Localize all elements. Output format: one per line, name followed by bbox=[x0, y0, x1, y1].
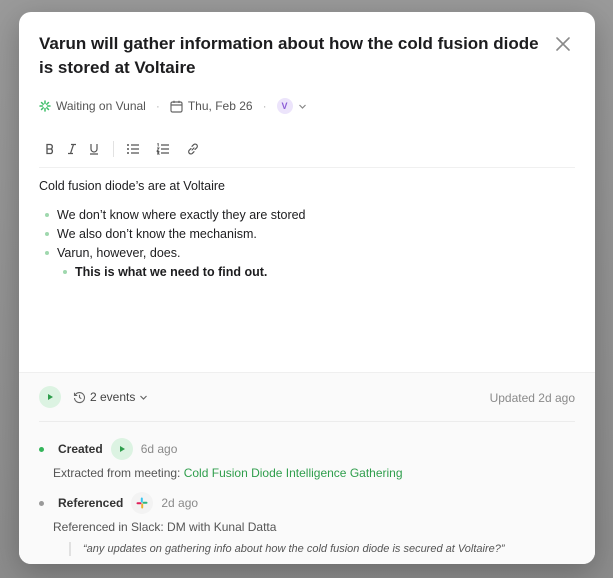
underline-icon bbox=[90, 144, 98, 155]
events-count: 2 events bbox=[90, 390, 136, 404]
formatting-toolbar bbox=[39, 138, 204, 160]
slack-message-quote: “any updates on gathering info about how… bbox=[69, 542, 575, 556]
task-modal: Varun will gather information about how … bbox=[19, 12, 595, 564]
assignee-selector[interactable]: V bbox=[276, 98, 307, 114]
status-selector[interactable]: Waiting on Vunal bbox=[39, 99, 146, 113]
task-meta: Waiting on Vunal · Thu, Feb 26 · V bbox=[39, 98, 307, 114]
meeting-link[interactable]: Cold Fusion Diode Intelligence Gathering bbox=[184, 466, 403, 480]
event-dot bbox=[39, 500, 44, 506]
editor-divider bbox=[39, 167, 575, 168]
event-created: Created 6d ago Extracted from meeting: C… bbox=[39, 438, 575, 480]
play-icon bbox=[48, 394, 53, 400]
list-item: We also don’t know the mechanism. bbox=[39, 225, 306, 244]
toolbar-separator bbox=[113, 141, 114, 157]
due-date-selector[interactable]: Thu, Feb 26 bbox=[170, 99, 253, 113]
chevron-down-icon bbox=[298, 104, 306, 109]
event-title: Referenced bbox=[58, 496, 124, 510]
bold-icon bbox=[46, 143, 53, 155]
close-button[interactable] bbox=[553, 34, 573, 54]
event-detail: Referenced in Slack: DM with Kunal Datta bbox=[53, 520, 277, 534]
events-toggle[interactable]: 2 events bbox=[73, 390, 148, 404]
due-date-label: Thu, Feb 26 bbox=[187, 99, 253, 113]
event-dot bbox=[39, 446, 44, 452]
underline-button[interactable] bbox=[83, 138, 105, 160]
event-referenced: Referenced 2d ago Referenced in Slack: D… bbox=[39, 492, 575, 556]
history-icon bbox=[73, 391, 85, 403]
event-play-button[interactable] bbox=[110, 438, 133, 460]
list-item: Varun, however, does. bbox=[39, 244, 306, 263]
link-icon bbox=[188, 143, 198, 155]
nested-list-item: This is what we need to find out. bbox=[39, 263, 306, 282]
description-bullet-list: We don’t know where exactly they are sto… bbox=[39, 206, 306, 282]
bullet-list-button[interactable] bbox=[122, 138, 144, 160]
numbered-list-button[interactable] bbox=[152, 138, 174, 160]
bullet-list-icon bbox=[127, 144, 139, 154]
task-title: Varun will gather information about how … bbox=[39, 34, 539, 77]
slack-icon bbox=[136, 497, 148, 509]
meta-separator: · bbox=[155, 99, 160, 113]
event-time: 6d ago bbox=[140, 442, 178, 456]
chevron-down-icon bbox=[140, 395, 148, 400]
play-icon bbox=[119, 446, 125, 452]
activity-divider bbox=[39, 421, 575, 422]
numbered-list-icon bbox=[156, 143, 169, 155]
event-title: Created bbox=[58, 442, 103, 456]
updated-timestamp: Updated 2d ago bbox=[489, 391, 575, 405]
task-description-editor[interactable]: Cold fusion diode’s are at Voltaire We d… bbox=[39, 178, 306, 282]
bold-button[interactable] bbox=[39, 138, 61, 160]
meta-separator: · bbox=[262, 99, 267, 113]
link-button[interactable] bbox=[182, 138, 204, 160]
description-paragraph: Cold fusion diode’s are at Voltaire bbox=[39, 179, 225, 193]
close-icon bbox=[556, 37, 570, 51]
slack-button[interactable] bbox=[131, 492, 154, 514]
calendar-icon bbox=[170, 100, 183, 113]
activity-footer: 2 events Updated 2d ago Created 6d ago E… bbox=[19, 372, 595, 564]
assignee-avatar: V bbox=[276, 98, 293, 114]
list-item: We don’t know where exactly they are sto… bbox=[39, 206, 306, 225]
event-time: 2d ago bbox=[161, 496, 199, 510]
status-label: Waiting on Vunal bbox=[56, 99, 146, 113]
italic-button[interactable] bbox=[61, 138, 83, 160]
event-detail-prefix: Extracted from meeting: bbox=[53, 466, 184, 480]
italic-icon bbox=[68, 143, 76, 155]
event-detail: Extracted from meeting: Cold Fusion Diod… bbox=[53, 466, 575, 480]
waiting-status-icon bbox=[39, 100, 51, 112]
play-button[interactable] bbox=[39, 386, 61, 408]
activity-header: 2 events bbox=[39, 386, 148, 408]
